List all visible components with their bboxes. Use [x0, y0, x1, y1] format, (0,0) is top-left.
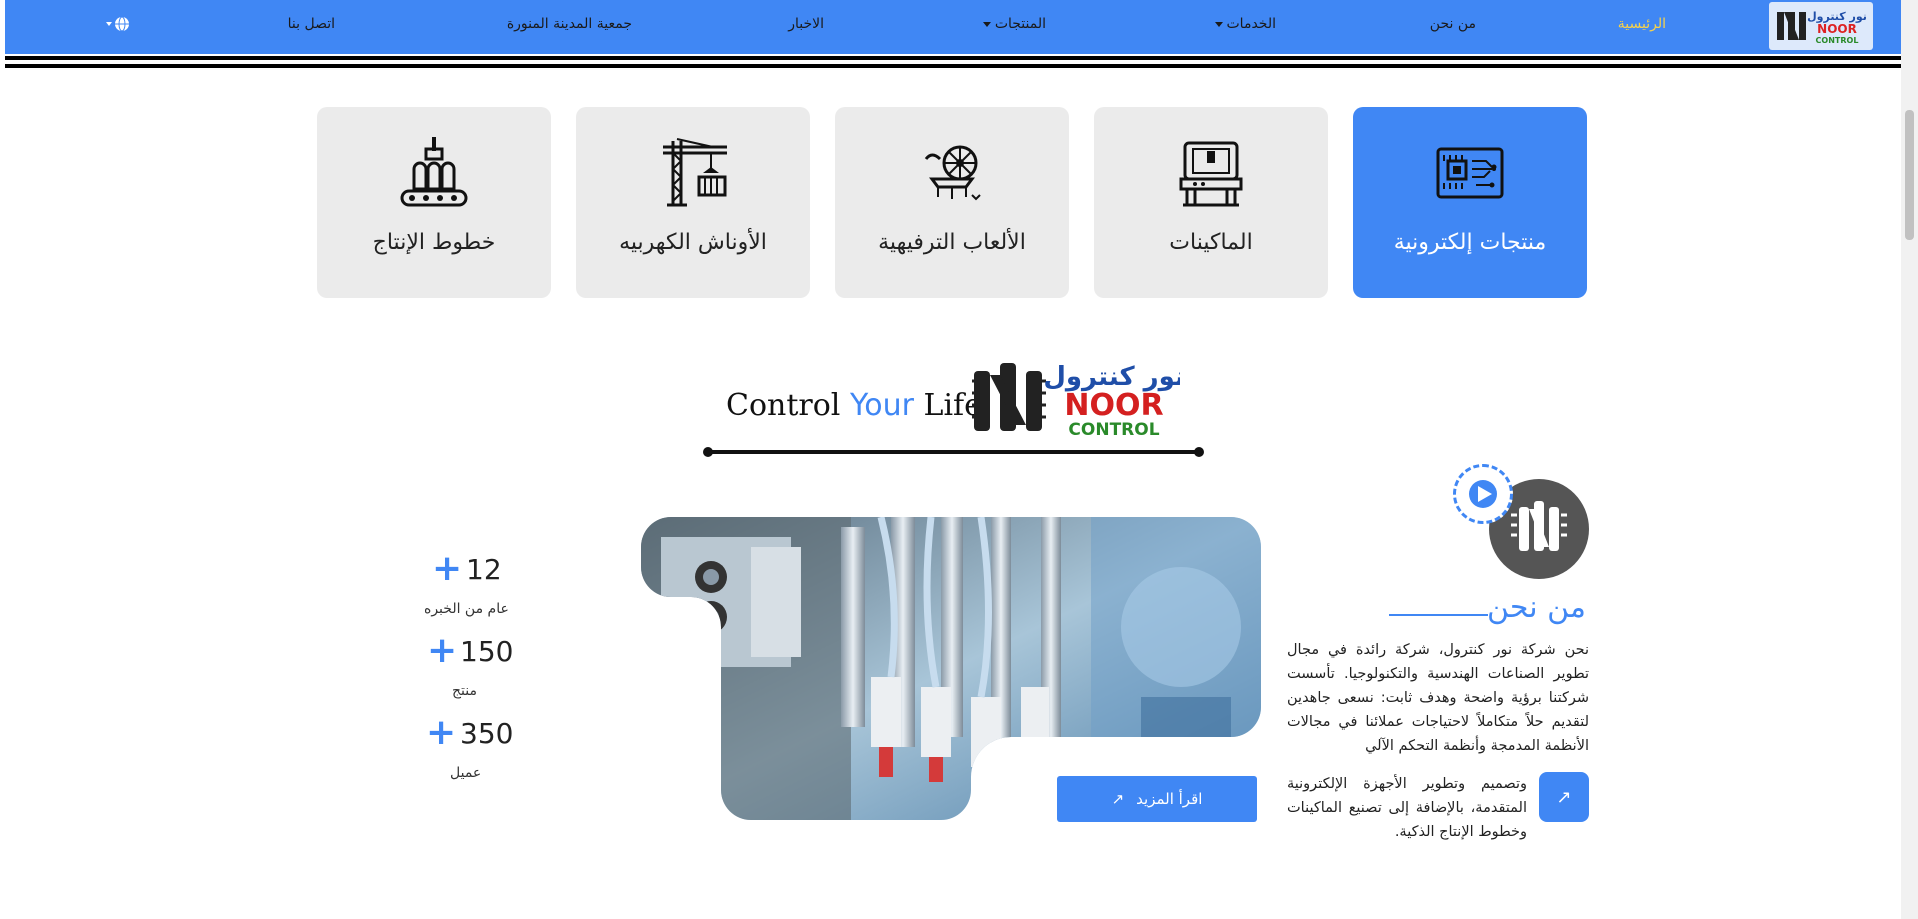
stat-label-years: عام من الخبره — [424, 601, 509, 617]
play-icon — [1469, 480, 1497, 508]
stat-plus-icon: + — [426, 712, 457, 753]
category-card-machines[interactable]: الماكينات — [1094, 107, 1328, 298]
chevron-down-icon — [1214, 21, 1223, 27]
logo-noor-text: NOOR — [1064, 388, 1163, 423]
arrow-up-right-icon: ↗ — [1111, 790, 1125, 808]
tagline-part1: Control — [726, 388, 850, 423]
nav-products-label: المنتجات — [994, 16, 1046, 32]
stat-value-clients: 350 — [460, 717, 514, 750]
chevron-down-icon — [982, 21, 991, 27]
factory-automation-image — [641, 517, 1261, 820]
category-label: خطوط الإنتاج — [372, 230, 496, 255]
brand-logo: نور كنترول NOOR CONTROL — [972, 362, 1180, 439]
tagline-highlight: Your — [849, 388, 914, 423]
category-card-production-lines[interactable]: خطوط الإنتاج — [317, 107, 551, 298]
play-video-button[interactable] — [1453, 464, 1513, 524]
nav-item-news[interactable]: الاخبار — [788, 16, 824, 32]
noor-control-logo-icon: نور كنترول NOOR CONTROL — [1777, 10, 1867, 45]
production-line-icon — [400, 137, 468, 207]
about-section-title: من نحن — [1487, 590, 1586, 625]
amusement-ride-icon — [924, 145, 981, 201]
nav-item-home[interactable]: الرئيسية — [1618, 16, 1666, 32]
svg-text:NOOR: NOOR — [1817, 22, 1857, 36]
category-label: الماكينات — [1169, 230, 1253, 255]
header-divider — [5, 54, 1901, 70]
nav-item-services[interactable]: الخدمات — [1214, 16, 1277, 32]
arrow-up-right-icon: ↗ — [1556, 786, 1572, 808]
read-more-label: اقرأ المزيد — [1136, 790, 1203, 808]
stat-value-products: 150 — [460, 635, 514, 668]
svg-text:CONTROL: CONTROL — [1816, 36, 1859, 45]
category-card-cranes[interactable]: الأوناش الكهربيه — [576, 107, 810, 298]
page-scrollbar[interactable] — [1901, 0, 1918, 919]
nav-item-about[interactable]: من نحن — [1430, 16, 1476, 32]
about-paragraph-2: وتصميم وتطوير الأجهزة الإلكترونية المتقد… — [1287, 776, 1527, 840]
stat-label-clients: عميل — [450, 765, 482, 781]
globe-icon — [106, 16, 129, 32]
top-navbar: نور كنترول NOOR CONTROL الرئيسية من نحن … — [5, 0, 1901, 54]
brand-tagline: Control Your Life — [726, 388, 982, 423]
stat-plus-icon: + — [432, 548, 463, 589]
machine-icon — [1179, 141, 1243, 207]
nav-services-label: الخدمات — [1226, 16, 1277, 32]
stat-plus-icon: + — [427, 630, 458, 671]
category-label: منتجات إلكترونية — [1393, 230, 1547, 255]
noor-logo-mark-icon — [972, 363, 1046, 431]
about-arrow-button[interactable]: ↗ — [1539, 772, 1589, 822]
site-logo[interactable]: نور كنترول NOOR CONTROL — [1769, 2, 1873, 50]
category-label: الأوناش الكهربيه — [619, 230, 767, 255]
category-label: الألعاب الترفيهية — [878, 230, 1026, 255]
scrollbar-thumb[interactable] — [1905, 110, 1914, 240]
circuit-board-icon — [1436, 147, 1504, 199]
nav-item-madinah-association[interactable]: جمعية المدينة المنورة — [507, 16, 632, 32]
stat-label-products: منتج — [452, 683, 477, 699]
about-paragraph-1: نحن شركة نور كنترول، شركة رائدة في مجال … — [1287, 642, 1589, 754]
language-selector[interactable] — [105, 15, 131, 37]
brand-divider — [703, 447, 1204, 457]
stat-value-years: 12 — [466, 553, 502, 586]
logo-control-text: CONTROL — [1068, 420, 1159, 439]
category-card-amusement[interactable]: الألعاب الترفيهية — [835, 107, 1069, 298]
nav-item-products[interactable]: المنتجات — [982, 16, 1046, 32]
category-card-electronics[interactable]: منتجات إلكترونية — [1353, 107, 1587, 298]
crane-icon — [663, 138, 727, 207]
read-more-button[interactable]: اقرأ المزيد ↗ — [1057, 776, 1257, 822]
nav-item-contact[interactable]: اتصل بنا — [288, 16, 335, 32]
about-title-underline — [1389, 614, 1488, 616]
